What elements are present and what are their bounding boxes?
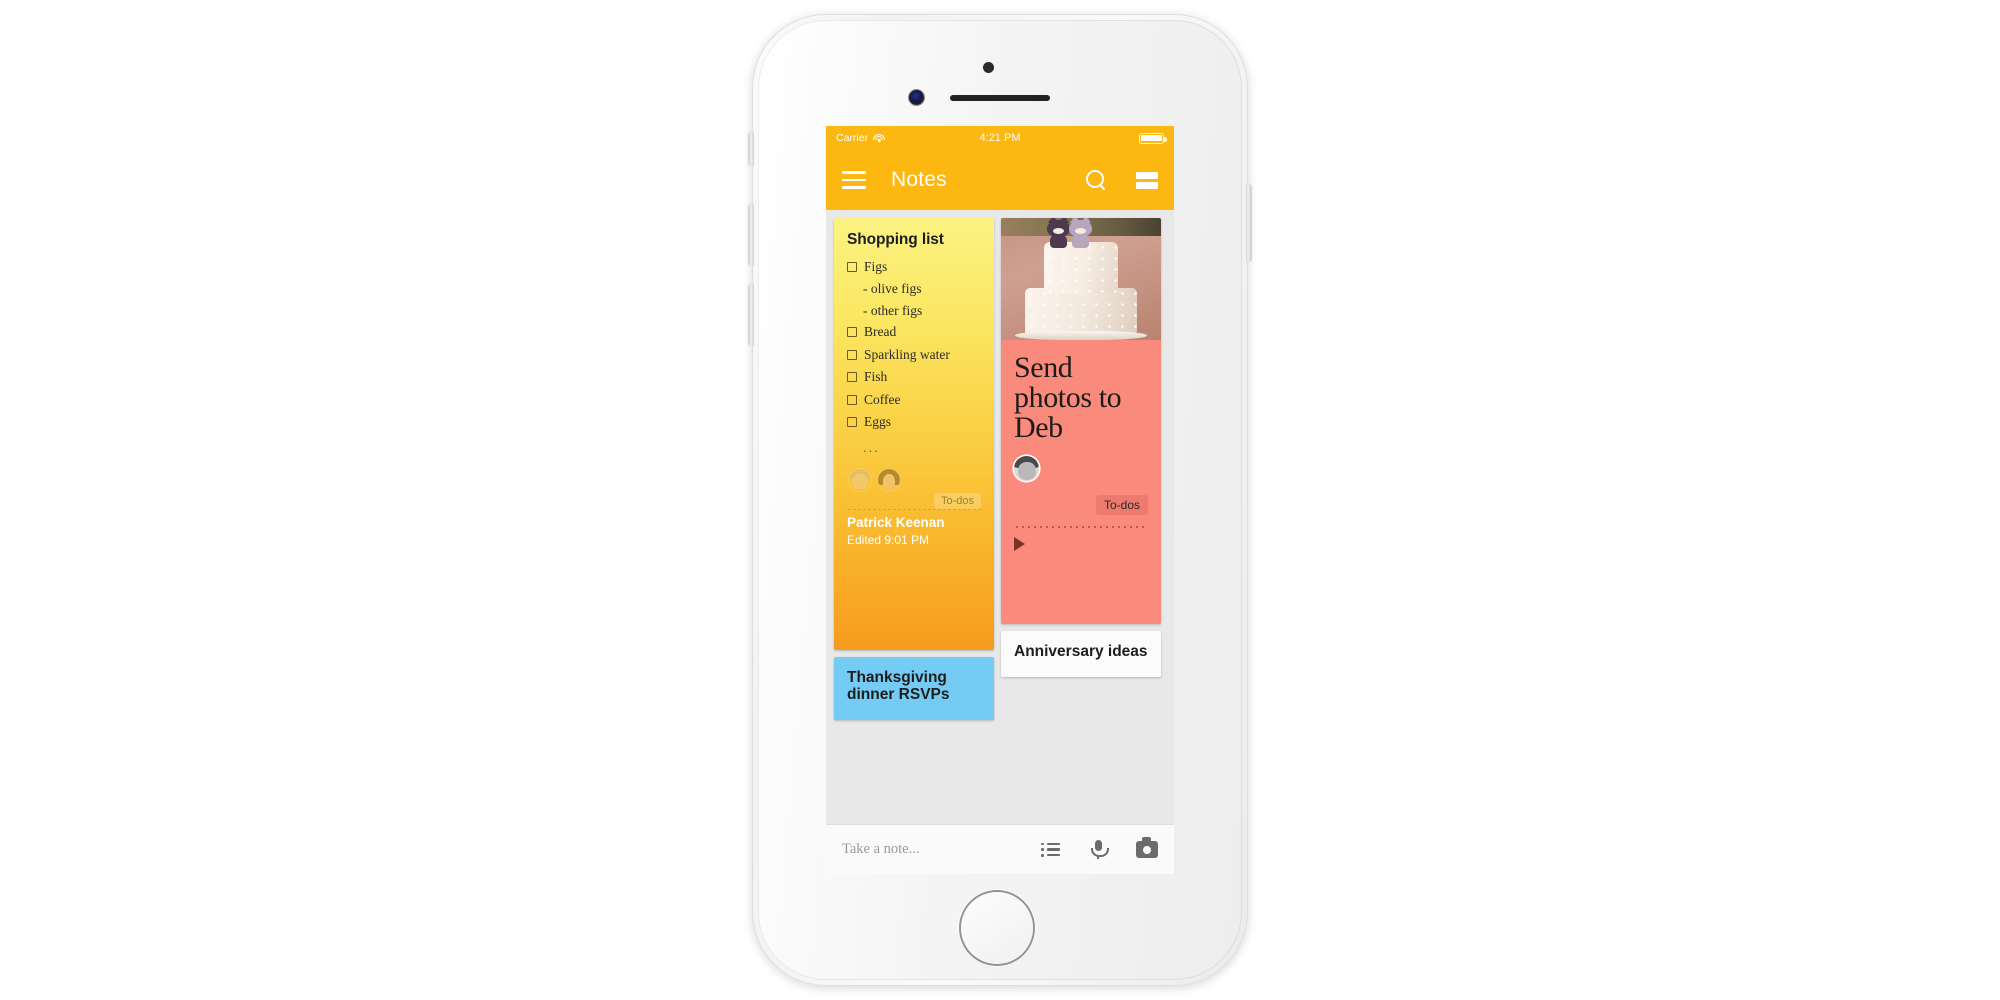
note-title: Send photos to Deb <box>1014 351 1122 444</box>
checkbox-icon[interactable] <box>847 417 857 428</box>
more-items-ellipsis: ... <box>863 439 880 455</box>
note-card-thanksgiving[interactable]: Thanksgiving dinner RSVPs <box>834 657 994 720</box>
volume-up-button[interactable] <box>749 204 754 266</box>
avatar <box>849 468 871 491</box>
proximity-sensor-icon <box>983 62 994 73</box>
checklist-item[interactable]: Figs <box>847 259 981 275</box>
checklist-item[interactable]: Eggs <box>847 414 981 430</box>
status-bar-right <box>1139 132 1167 144</box>
note-label-chip[interactable]: To-dos <box>1095 495 1148 515</box>
new-list-icon[interactable] <box>1041 843 1060 857</box>
carrier-label: Carrier <box>836 132 869 144</box>
checklist-item-label: Coffee <box>864 391 901 407</box>
app-bar-actions <box>1086 169 1158 191</box>
camera-icon[interactable] <box>1136 837 1158 858</box>
checklist-item-label: Sparkling water <box>864 346 950 362</box>
checkbox-icon[interactable] <box>847 349 857 360</box>
play-icon[interactable] <box>1014 537 1025 551</box>
search-icon[interactable] <box>1086 169 1107 191</box>
status-bar: Carrier 4:21 PM <box>826 126 1174 150</box>
screenshot-canvas: Carrier 4:21 PM Notes Shopping list Figs… <box>0 0 2000 1000</box>
silent-switch-button[interactable] <box>749 132 754 166</box>
checklist-item-label: Eggs <box>864 414 891 430</box>
note-title: Thanksgiving dinner RSVPs <box>847 669 950 704</box>
home-button[interactable] <box>961 892 1033 964</box>
checklist-item[interactable]: Bread <box>847 324 981 340</box>
checkbox-icon[interactable] <box>847 372 857 383</box>
note-footer: To-dos Patrick Keenan Edited 9:01 PM <box>847 492 981 547</box>
checkbox-icon[interactable] <box>847 262 857 272</box>
avatar <box>878 468 900 491</box>
notes-column-left: Shopping list Figs - olive figs - other … <box>834 218 994 720</box>
battery-full-icon <box>1139 132 1167 144</box>
wifi-icon <box>873 133 886 143</box>
take-note-input[interactable]: Take a note... <box>842 841 920 858</box>
divider <box>847 508 981 510</box>
note-title: Anniversary ideas <box>1014 643 1148 660</box>
note-label-chip[interactable]: To-dos <box>933 492 981 509</box>
list-view-toggle-icon[interactable] <box>1136 171 1158 189</box>
divider <box>1014 526 1148 528</box>
checkbox-icon[interactable] <box>847 327 857 338</box>
checkbox-icon[interactable] <box>847 394 857 405</box>
volume-down-button[interactable] <box>749 284 754 346</box>
take-note-bar: Take a note... <box>826 824 1174 874</box>
checklist-item-label: Fish <box>864 369 888 385</box>
checklist-item[interactable]: Coffee <box>847 392 981 408</box>
checklist-subitem: - other figs <box>863 302 923 318</box>
note-photo-wedding-cake <box>1001 218 1161 340</box>
notes-column-right: Send photos to Deb To-dos Anniversary id… <box>1001 218 1161 678</box>
front-camera-icon <box>909 90 924 105</box>
status-bar-left: Carrier <box>836 132 886 144</box>
checklist-item-label: Figs <box>864 259 888 274</box>
note-body: Send photos to Deb To-dos <box>1001 340 1161 624</box>
note-title: Shopping list <box>847 231 944 248</box>
phone-device-frame: Carrier 4:21 PM Notes Shopping list Figs… <box>749 14 1251 986</box>
earpiece-speaker <box>950 95 1050 101</box>
note-card-shopping-list[interactable]: Shopping list Figs - olive figs - other … <box>834 218 994 650</box>
avatar <box>1014 456 1039 481</box>
note-card-anniversary[interactable]: Anniversary ideas <box>1001 631 1161 678</box>
hamburger-menu-icon[interactable] <box>842 171 866 189</box>
phone-screen: Carrier 4:21 PM Notes Shopping list Figs… <box>826 126 1174 874</box>
collaborator-avatars <box>849 468 981 491</box>
note-card-send-photos[interactable]: Send photos to Deb To-dos <box>1001 218 1161 624</box>
page-title: Notes <box>891 168 947 191</box>
checklist-subitem: - olive figs <box>863 281 922 297</box>
app-bar: Notes <box>826 150 1174 210</box>
note-edited-timestamp: Edited 9:01 PM <box>847 532 930 547</box>
checklist-item-label: Bread <box>864 324 897 340</box>
power-button[interactable] <box>1246 184 1251 262</box>
notes-grid: Shopping list Figs - olive figs - other … <box>826 218 1174 720</box>
status-bar-time: 4:21 PM <box>979 132 1021 144</box>
take-note-actions <box>1041 837 1158 859</box>
note-owner-name: Patrick Keenan <box>847 514 945 530</box>
microphone-icon[interactable] <box>1090 840 1109 859</box>
notes-grid-area: Shopping list Figs - olive figs - other … <box>826 210 1174 824</box>
checklist-item[interactable]: Sparkling water <box>847 347 981 363</box>
checklist-item[interactable]: Fish <box>847 369 981 385</box>
